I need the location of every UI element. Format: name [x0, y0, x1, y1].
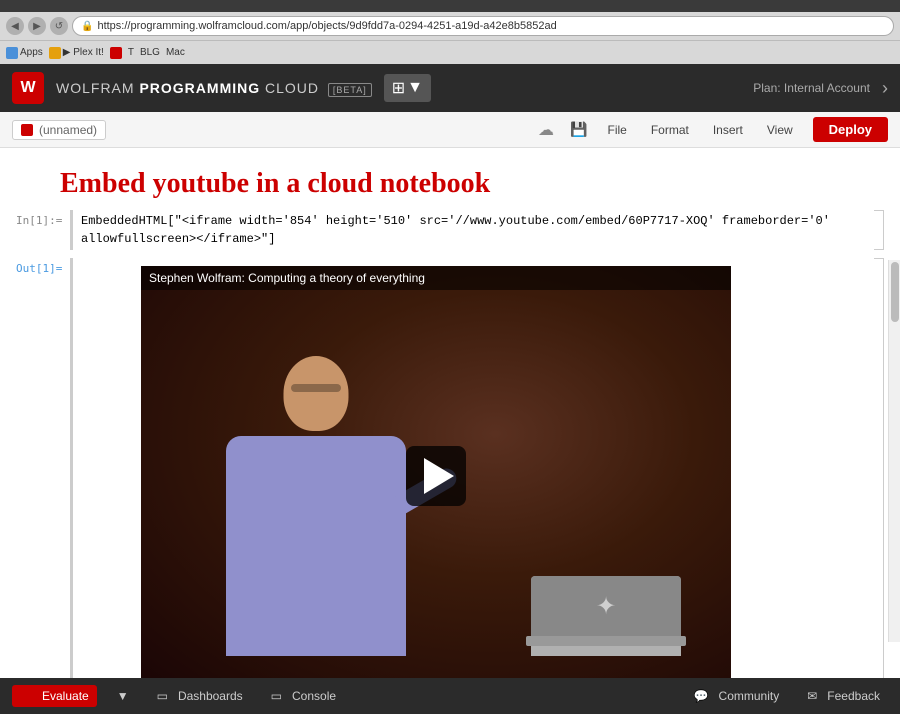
save-icon[interactable]: 💾 [570, 121, 587, 138]
notebook-status-dot [21, 124, 33, 136]
bookmark-apps-label: Apps [20, 47, 43, 58]
format-menu-button[interactable]: Format [647, 121, 693, 139]
plex-bookmark-icon [49, 47, 61, 59]
cell-code-text: EmbeddedHTML["<iframe width='854' height… [81, 214, 830, 246]
grid-button[interactable]: ⊞ ▼ [384, 74, 431, 102]
header-right: Plan: Internal Account [753, 81, 870, 95]
title-programming: PROGRAMMING [139, 80, 260, 96]
laptop-base [526, 636, 686, 646]
notebook-title-area: Embed youtube in a cloud notebook [0, 148, 900, 210]
embedded-video[interactable]: Stephen Wolfram: Computing a theory of e… [141, 266, 731, 678]
console-button[interactable]: ▭ Console [263, 685, 344, 707]
person-body [226, 436, 406, 656]
cell-in-label: In[1]:= [16, 210, 66, 227]
bookmark-blg-label: BLG [140, 47, 160, 58]
output-cell-bracket [874, 258, 884, 678]
bookmark-generic-1[interactable]: T [128, 47, 134, 58]
bookmark-mac-label: Mac [166, 47, 185, 58]
deploy-button[interactable]: Deploy [813, 117, 888, 142]
lock-icon: 🔒 [81, 21, 93, 32]
beta-badge: [BETA] [328, 83, 372, 97]
video-title-overlay: Stephen Wolfram: Computing a theory of e… [141, 266, 731, 290]
bookmark-icon-T: T [128, 47, 134, 58]
community-icon: 💬 [694, 689, 709, 703]
feedback-icon: ✉ [807, 689, 817, 703]
evaluate-dropdown-button[interactable]: ▼ [109, 685, 137, 707]
plan-label: Plan: Internal Account [753, 81, 870, 95]
person-figure [191, 356, 441, 656]
play-button[interactable] [406, 446, 466, 506]
cell-out-label: Out[1]= [16, 258, 66, 275]
play-triangle-icon [424, 458, 454, 494]
evaluate-button[interactable]: Evaluate [12, 685, 97, 707]
bookmark-mac[interactable]: Mac [166, 47, 185, 58]
console-icon: ▭ [271, 689, 282, 703]
laptop-logo-icon: ✦ [596, 592, 616, 621]
cell-input-content[interactable]: EmbeddedHTML["<iframe width='854' height… [70, 210, 874, 250]
apps-bookmark-icon [6, 47, 18, 59]
community-button[interactable]: 💬 Community [686, 685, 788, 707]
wolfram-bookmark-icon [110, 47, 122, 59]
person-head [284, 356, 349, 431]
bottom-bar: Evaluate ▼ ▭ Dashboards ▭ Console 💬 Comm… [0, 678, 900, 714]
dashboards-icon: ▭ [157, 689, 168, 703]
notebook-content: Embed youtube in a cloud notebook In[1]:… [0, 148, 900, 678]
evaluate-icon [20, 690, 32, 702]
bookmark-plex-label: ▶ Plex It! [63, 47, 104, 58]
cell-output-content: Stephen Wolfram: Computing a theory of e… [70, 258, 874, 678]
feedback-button[interactable]: ✉ Feedback [799, 685, 888, 707]
back-button[interactable]: ◀ [6, 17, 24, 35]
dashboards-button[interactable]: ▭ Dashboards [149, 685, 251, 707]
notebook-toolbar: (unnamed) ☁ 💾 File Format Insert View De… [0, 112, 900, 148]
browser-chrome [0, 0, 900, 12]
output-cell-row: Out[1]= [0, 258, 900, 678]
app-title: WOLFRAM PROGRAMMING CLOUD [BETA] [56, 80, 372, 96]
notebook-title-text: Embed youtube in a cloud notebook [60, 168, 840, 200]
cell-bracket [874, 210, 884, 250]
arrow-right-icon[interactable]: › [882, 78, 888, 99]
title-cloud: CLOUD [265, 80, 319, 96]
insert-menu-button[interactable]: Insert [709, 121, 747, 139]
bookmark-plex[interactable]: ▶ Plex It! [49, 47, 104, 59]
input-cell-row: In[1]:= EmbeddedHTML["<iframe width='854… [0, 210, 900, 250]
bookmark-apps[interactable]: Apps [6, 47, 43, 59]
refresh-button[interactable]: ↺ [50, 17, 68, 35]
bookmark-wolfram[interactable] [110, 47, 122, 59]
bookmarks-bar: Apps ▶ Plex It! T BLG Mac [0, 40, 900, 64]
view-menu-button[interactable]: View [763, 121, 797, 139]
notebook-name-field[interactable]: (unnamed) [12, 120, 106, 140]
person-glasses [291, 384, 341, 392]
video-title-text: Stephen Wolfram: Computing a theory of e… [149, 271, 425, 285]
browser-toolbar: ◀ ▶ ↺ 🔒 https://programming.wolframcloud… [0, 12, 900, 40]
bookmark-blg[interactable]: BLG [140, 47, 160, 58]
cloud-save-icon[interactable]: ☁ [538, 120, 554, 140]
scroll-thumb[interactable] [891, 262, 899, 322]
video-player[interactable]: Stephen Wolfram: Computing a theory of e… [141, 266, 731, 678]
grid-icon: ⊞ [392, 78, 405, 98]
address-bar[interactable]: 🔒 https://programming.wolframcloud.com/a… [72, 16, 894, 36]
notebook-name-label: (unnamed) [39, 123, 97, 137]
wolfram-logo: W [12, 72, 44, 104]
scrollbar[interactable] [888, 260, 900, 642]
file-menu-button[interactable]: File [603, 121, 630, 139]
url-text: https://programming.wolframcloud.com/app… [97, 20, 556, 32]
app-header: W WOLFRAM PROGRAMMING CLOUD [BETA] ⊞ ▼ P… [0, 64, 900, 112]
grid-dropdown-icon: ▼ [407, 79, 423, 97]
laptop-figure: ✦ [531, 576, 681, 656]
forward-button[interactable]: ▶ [28, 17, 46, 35]
title-wolfram: WOLFRAM [56, 80, 135, 96]
